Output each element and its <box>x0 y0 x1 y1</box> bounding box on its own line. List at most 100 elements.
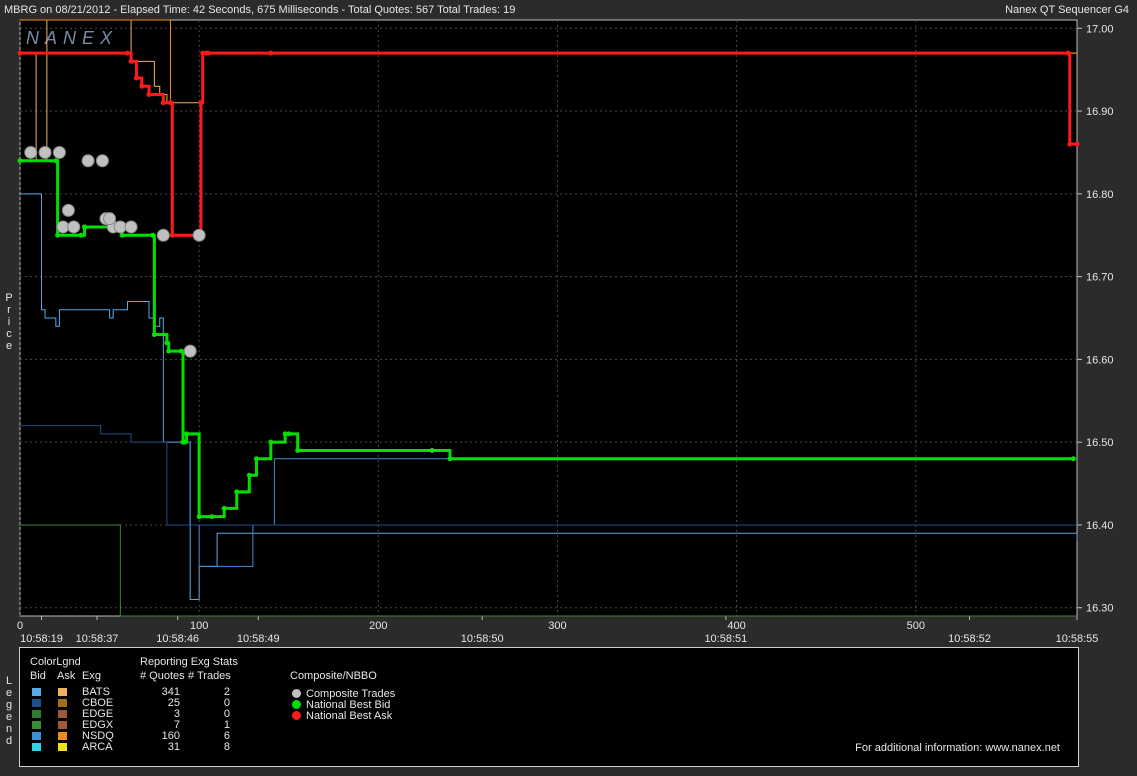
legend-quotes-header: # Quotes <box>140 670 185 682</box>
legend-bid-swatch <box>32 732 41 740</box>
nbbo-point <box>55 232 61 238</box>
nbbo-point <box>182 439 188 445</box>
nbbo-point <box>169 232 175 238</box>
legend-colorlgnd-header: ColorLgnd <box>30 656 81 668</box>
nbbo-point <box>1065 50 1071 56</box>
nbbo-point <box>53 158 59 164</box>
x-tick-label: 500 <box>907 620 925 632</box>
time-label: 10:58:37 <box>76 633 119 645</box>
x-tick-label: 0 <box>17 620 23 632</box>
legend-bid-swatch <box>32 743 41 751</box>
legend-ask-swatch <box>58 721 67 729</box>
y-tick-label: 16.50 <box>1086 437 1114 449</box>
nbbo-point <box>128 58 134 64</box>
trade-point <box>56 220 70 234</box>
time-label: 10:58:51 <box>704 633 747 645</box>
y-tick-label: 16.40 <box>1086 520 1114 532</box>
nbbo-point <box>196 514 202 520</box>
legend-stats-title: Reporting Exg Stats <box>140 656 238 668</box>
x-tick-label: 200 <box>369 620 387 632</box>
legend-ask-header: Ask <box>57 670 76 682</box>
legend-composite-title: Composite/NBBO <box>290 670 377 682</box>
time-label: 10:58:50 <box>461 633 504 645</box>
trade-point <box>156 228 170 242</box>
legend-bid-swatch <box>32 688 41 696</box>
legend-label-char: L <box>5 675 13 687</box>
nbbo-point <box>81 224 87 230</box>
trade-point <box>103 212 117 226</box>
nbbo-point <box>209 514 215 520</box>
trade-point <box>124 220 138 234</box>
nbbo-point <box>146 92 152 97</box>
x-tick-label: 300 <box>548 620 566 632</box>
trade-point <box>61 203 75 217</box>
y-tick-label: 16.70 <box>1086 272 1114 284</box>
nbbo-point <box>184 431 190 437</box>
nbbo-point <box>429 447 435 453</box>
nbbo-point <box>198 100 204 106</box>
nbbo-point <box>160 100 166 106</box>
nbbo-point <box>17 50 23 56</box>
legend-composite-marker <box>292 711 301 720</box>
nbbo-point <box>133 75 139 81</box>
legend-ask-swatch <box>58 743 67 751</box>
trade-point <box>38 145 52 159</box>
legend-footer: For additional information: www.nanex.ne… <box>855 742 1060 754</box>
time-label: 10:58:46 <box>156 633 199 645</box>
trade-point <box>113 220 127 234</box>
legend-composite-marker <box>292 689 301 698</box>
legend-composite-label: National Best Ask <box>306 710 393 722</box>
nbbo-point <box>1074 141 1080 147</box>
nbbo-point <box>178 348 184 354</box>
time-label: 10:58:52 <box>948 633 991 645</box>
nbbo-point <box>78 232 84 238</box>
nbbo-point <box>234 489 240 495</box>
nbbo-point <box>1070 456 1076 462</box>
nbbo-point <box>17 158 23 164</box>
price-chart: NANEX 17.00 16.90 16.80 16.70 16.60 16.50 16.40… <box>17 19 1114 645</box>
legend-exchange-name: ARCA <box>82 741 113 753</box>
y-tick-label: 16.80 <box>1086 189 1114 201</box>
nbbo-point <box>268 439 274 445</box>
trade-point <box>183 344 197 358</box>
time-label: 10:58:19 <box>20 633 63 645</box>
legend-composite-marker <box>292 700 301 709</box>
y-tick-label: 17.00 <box>1086 23 1114 35</box>
nbbo-point <box>167 100 173 106</box>
y-tick-label: 16.30 <box>1086 603 1114 615</box>
nbbo-point <box>139 83 145 89</box>
legend-label-char: g <box>5 699 13 711</box>
trade-point <box>81 154 95 168</box>
nbbo-point <box>164 340 170 346</box>
legend-panel: ColorLgnd Bid Ask Exg Reporting Exg Stat… <box>19 647 1079 767</box>
nbbo-point <box>221 505 227 511</box>
x-tick-label: 100 <box>190 620 208 632</box>
nbbo-point <box>447 456 453 462</box>
x-tick-label: 400 <box>727 620 745 632</box>
trade-point <box>67 220 81 234</box>
legend-side-label: Legend <box>4 675 14 747</box>
legend-bid-swatch <box>32 710 41 718</box>
nbbo-point <box>124 50 130 56</box>
nbbo-point <box>119 232 125 238</box>
nbbo-point <box>286 431 292 437</box>
y-tick-label: 16.60 <box>1086 354 1114 366</box>
legend-quote-count: 31 <box>167 741 180 753</box>
y-tick-label: 16.90 <box>1086 106 1114 118</box>
nbbo-point <box>151 332 157 338</box>
legend-ask-swatch <box>58 688 67 696</box>
legend-label-char: e <box>5 687 13 699</box>
legend-bid-swatch <box>32 699 41 707</box>
legend-ask-swatch <box>58 732 67 740</box>
trade-point <box>52 145 66 159</box>
legend-exg-header: Exg <box>82 670 101 682</box>
legend-label-char: d <box>5 735 13 747</box>
legend-bid-header: Bid <box>30 670 46 682</box>
legend-label-char: e <box>5 711 13 723</box>
nbbo-point <box>295 447 301 453</box>
legend-label-char: n <box>5 723 13 735</box>
nbbo-point <box>150 232 156 238</box>
legend-ask-swatch <box>58 699 67 707</box>
nbbo-point <box>253 456 259 462</box>
trade-point <box>24 145 38 159</box>
